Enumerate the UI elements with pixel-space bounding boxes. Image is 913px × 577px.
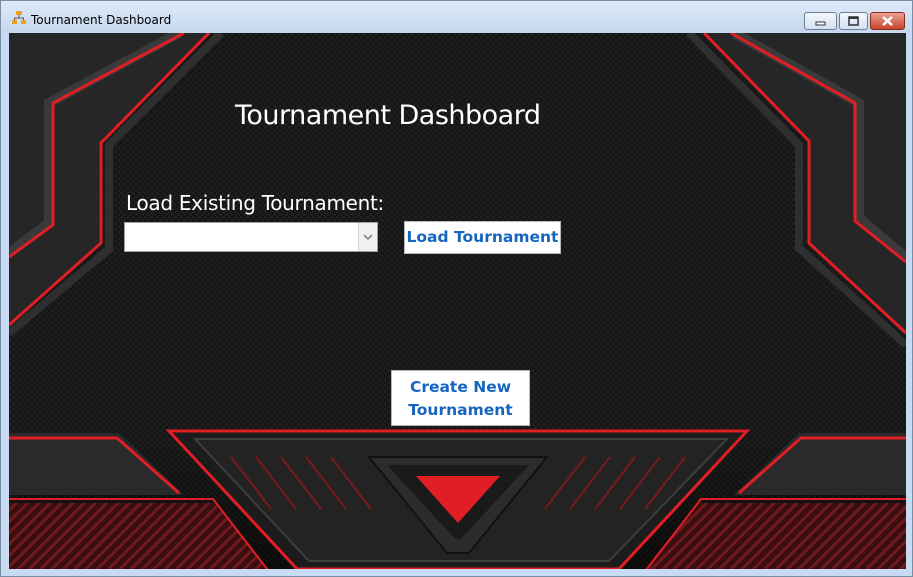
dropdown-button[interactable] xyxy=(358,223,377,251)
chevron-down-icon xyxy=(363,234,373,241)
maximize-icon xyxy=(848,16,859,26)
close-button[interactable] xyxy=(870,12,905,30)
create-tournament-button[interactable]: Create New Tournament xyxy=(391,370,530,426)
tournament-bracket-icon xyxy=(12,11,26,24)
app-window: Tournament Dashboard Tournament Dashboar… xyxy=(0,0,913,577)
page-title: Tournament Dashboard xyxy=(235,100,541,131)
minimize-button[interactable] xyxy=(804,12,837,30)
load-tournament-label: Load Existing Tournament: xyxy=(126,191,384,215)
tournament-select[interactable] xyxy=(124,222,378,252)
title-bar[interactable]: Tournament Dashboard xyxy=(1,1,912,33)
dashboard-panel: Tournament Dashboard Load Existing Tourn… xyxy=(9,33,906,569)
maximize-button[interactable] xyxy=(839,12,868,30)
load-tournament-button[interactable]: Load Tournament xyxy=(404,221,561,254)
close-icon xyxy=(882,16,893,26)
window-title: Tournament Dashboard xyxy=(31,13,172,27)
minimize-icon xyxy=(815,21,826,26)
